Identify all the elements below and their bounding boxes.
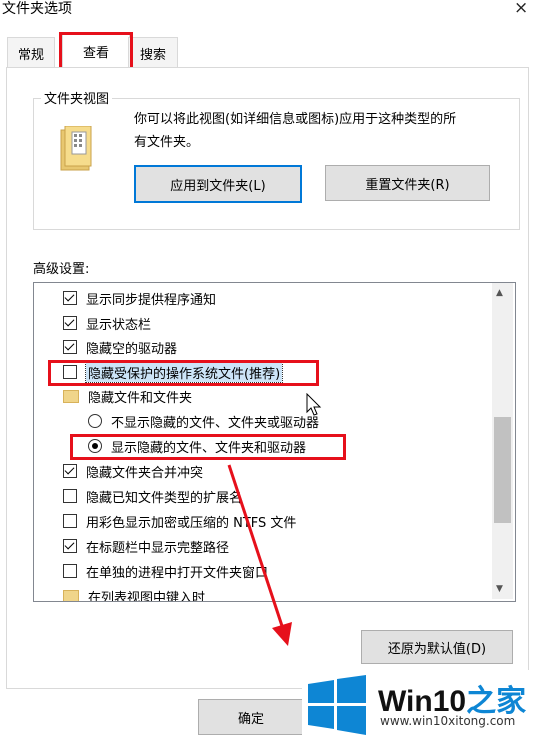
list-item-label: 在列表视图中键入时 — [88, 590, 206, 602]
checkbox[interactable] — [63, 539, 77, 553]
list-item-label: 在标题栏中显示完整路径 — [86, 540, 230, 556]
folder-icon — [63, 589, 79, 601]
show-hidden-highlight — [70, 434, 346, 460]
list-item-label: 隐藏文件夹合并冲突 — [86, 465, 204, 481]
window-title: 文件夹选项 — [2, 1, 72, 17]
list-item-label: 隐藏空的驱动器 — [86, 341, 178, 357]
list-item[interactable]: 在标题栏中显示完整路径 — [63, 534, 229, 558]
list-item: 隐藏文件和文件夹 — [63, 384, 192, 408]
radio-button[interactable] — [88, 414, 102, 428]
list-item-label: 隐藏文件和文件夹 — [88, 390, 193, 406]
list-item-label: 不显示隐藏的文件、文件夹或驱动器 — [111, 415, 320, 431]
list-item[interactable]: 隐藏文件夹合并冲突 — [63, 459, 203, 483]
reset-folders-button[interactable]: 重置文件夹(R) — [325, 165, 490, 201]
title-bar — [0, 0, 533, 28]
hide-protected-highlight — [48, 360, 319, 386]
watermark: Win10之家 www.win10xitong.com — [302, 670, 533, 743]
list-item[interactable]: 隐藏已知文件类型的扩展名 — [63, 484, 242, 508]
checkbox[interactable] — [63, 564, 77, 578]
list-item-label: 隐藏已知文件类型的扩展名 — [86, 490, 243, 506]
arrow-annotation-icon — [220, 460, 300, 654]
folder-views-label: 文件夹视图 — [41, 88, 113, 107]
scroll-up-icon[interactable]: ▲ — [496, 288, 503, 298]
list-item[interactable]: 显示同步提供程序通知 — [63, 286, 216, 310]
list-item[interactable]: 显示状态栏 — [63, 311, 151, 335]
checkbox[interactable] — [63, 514, 77, 528]
windows-logo-icon — [306, 674, 368, 736]
list-item[interactable]: 隐藏空的驱动器 — [63, 335, 177, 359]
folder-views-description-1: 你可以将此视图(如详细信息或图标)应用于这种类型的所 — [134, 112, 457, 127]
watermark-url: www.win10xitong.com — [380, 714, 516, 728]
tab-general[interactable]: 常规 — [7, 37, 55, 68]
list-item-label: 显示状态栏 — [86, 317, 152, 333]
list-item: 在列表视图中键入时 — [63, 584, 206, 602]
restore-defaults-button[interactable]: 还原为默认值(D) — [361, 630, 513, 664]
close-icon[interactable]: × — [514, 0, 528, 18]
list-item[interactable]: 不显示隐藏的文件、文件夹或驱动器 — [88, 409, 319, 433]
advanced-settings-label: 高级设置: — [33, 262, 90, 277]
checkbox[interactable] — [63, 291, 77, 305]
scrollbar-thumb[interactable] — [494, 417, 511, 523]
ok-button[interactable]: 确定 — [198, 699, 304, 735]
checkbox[interactable] — [63, 316, 77, 330]
cursor-icon — [306, 392, 322, 421]
folder-views-description-2: 有文件夹。 — [134, 135, 200, 150]
folder-icon — [63, 389, 79, 403]
scroll-down-icon[interactable]: ▼ — [496, 584, 503, 594]
checkbox[interactable] — [63, 340, 77, 354]
apply-to-folders-button[interactable]: 应用到文件夹(L) — [134, 165, 302, 203]
list-item-label: 显示同步提供程序通知 — [86, 292, 217, 308]
checkbox[interactable] — [63, 489, 77, 503]
checkbox[interactable] — [63, 464, 77, 478]
tab-search[interactable]: 搜索 — [128, 37, 178, 68]
folder-icon — [59, 125, 95, 178]
